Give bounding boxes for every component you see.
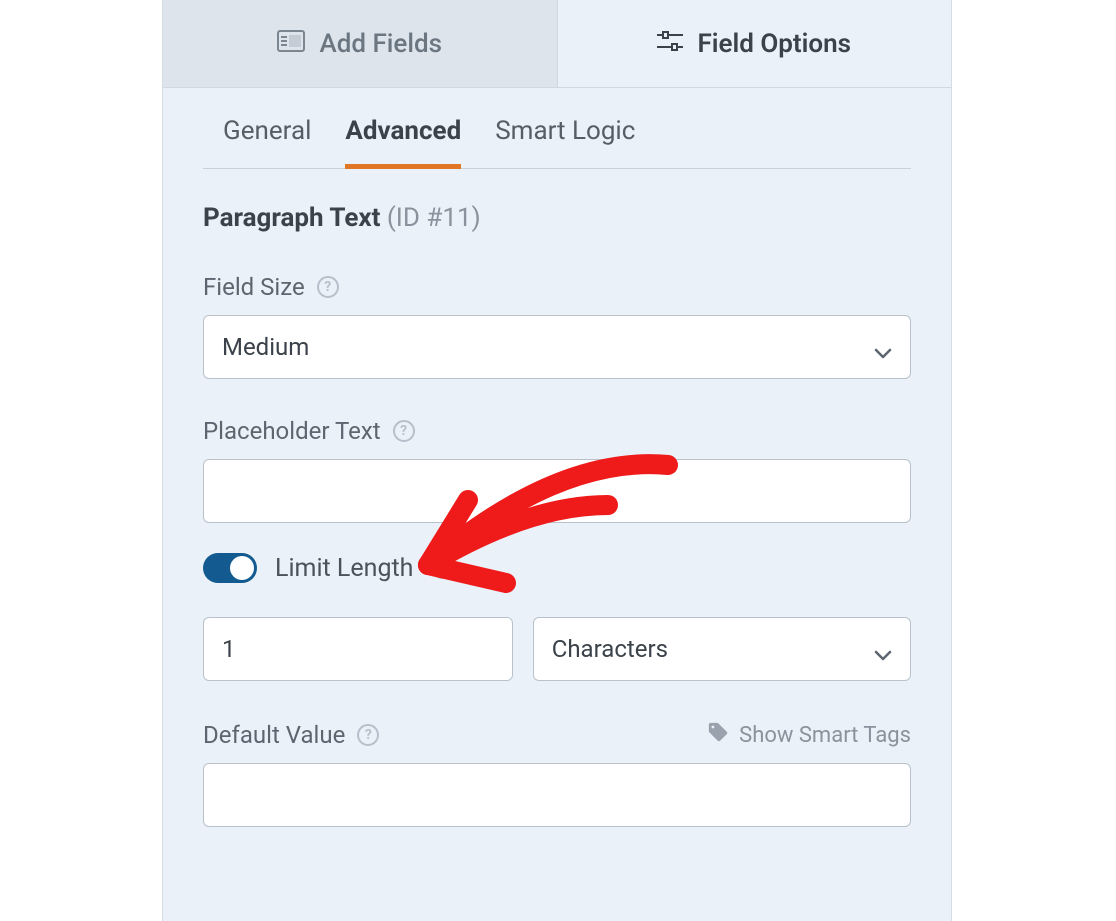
default-value-input[interactable] bbox=[203, 763, 911, 827]
limit-length-inputs: 1 Characters bbox=[203, 617, 911, 681]
limit-unit-select[interactable]: Characters bbox=[533, 617, 911, 681]
tag-icon bbox=[707, 721, 729, 749]
default-value-label: Default Value bbox=[203, 721, 345, 749]
limit-length-label: Limit Length bbox=[275, 554, 413, 583]
field-size-value: Medium bbox=[222, 333, 309, 361]
chevron-down-icon bbox=[874, 338, 892, 356]
group-field-size: Field Size ? Medium bbox=[203, 273, 911, 379]
group-default-value: Default Value ? Show Smart Tags bbox=[203, 721, 911, 827]
field-size-label: Field Size bbox=[203, 273, 305, 301]
tab-field-options[interactable]: Field Options bbox=[558, 0, 952, 88]
help-icon[interactable]: ? bbox=[357, 724, 379, 746]
placeholder-text-input[interactable] bbox=[203, 459, 911, 523]
field-id: (ID #11) bbox=[387, 203, 481, 233]
tab-add-fields[interactable]: Add Fields bbox=[163, 0, 558, 88]
toggle-knob bbox=[230, 556, 254, 580]
tab-field-options-label: Field Options bbox=[697, 29, 851, 59]
limit-count-input[interactable]: 1 bbox=[203, 617, 513, 681]
limit-unit-value: Characters bbox=[552, 635, 668, 663]
field-options-panel: Add Fields Field Options General Advance… bbox=[162, 0, 952, 921]
subtab-advanced[interactable]: Advanced bbox=[345, 116, 461, 169]
tab-add-fields-label: Add Fields bbox=[319, 29, 442, 59]
placeholder-text-label: Placeholder Text bbox=[203, 417, 381, 445]
chevron-down-icon bbox=[874, 640, 892, 658]
field-title: Paragraph Text (ID #11) bbox=[203, 203, 911, 233]
subtab-general[interactable]: General bbox=[223, 116, 311, 168]
sub-tabs: General Advanced Smart Logic bbox=[203, 88, 911, 169]
field-size-select[interactable]: Medium bbox=[203, 315, 911, 379]
sliders-icon bbox=[657, 29, 683, 59]
show-smart-tags-label: Show Smart Tags bbox=[739, 723, 911, 748]
show-smart-tags-button[interactable]: Show Smart Tags bbox=[707, 721, 911, 749]
field-type-name: Paragraph Text bbox=[203, 203, 380, 233]
group-placeholder-text: Placeholder Text ? bbox=[203, 417, 911, 523]
help-icon[interactable]: ? bbox=[431, 557, 453, 579]
limit-length-row: Limit Length ? bbox=[203, 553, 911, 583]
help-icon[interactable]: ? bbox=[317, 276, 339, 298]
options-body: Paragraph Text (ID #11) Field Size ? Med… bbox=[163, 169, 951, 827]
form-fields-icon bbox=[277, 29, 305, 59]
limit-length-toggle[interactable] bbox=[203, 553, 257, 583]
help-icon[interactable]: ? bbox=[393, 420, 415, 442]
top-tabs: Add Fields Field Options bbox=[163, 0, 951, 88]
subtab-smart-logic[interactable]: Smart Logic bbox=[495, 116, 635, 168]
limit-count-value: 1 bbox=[222, 635, 236, 663]
